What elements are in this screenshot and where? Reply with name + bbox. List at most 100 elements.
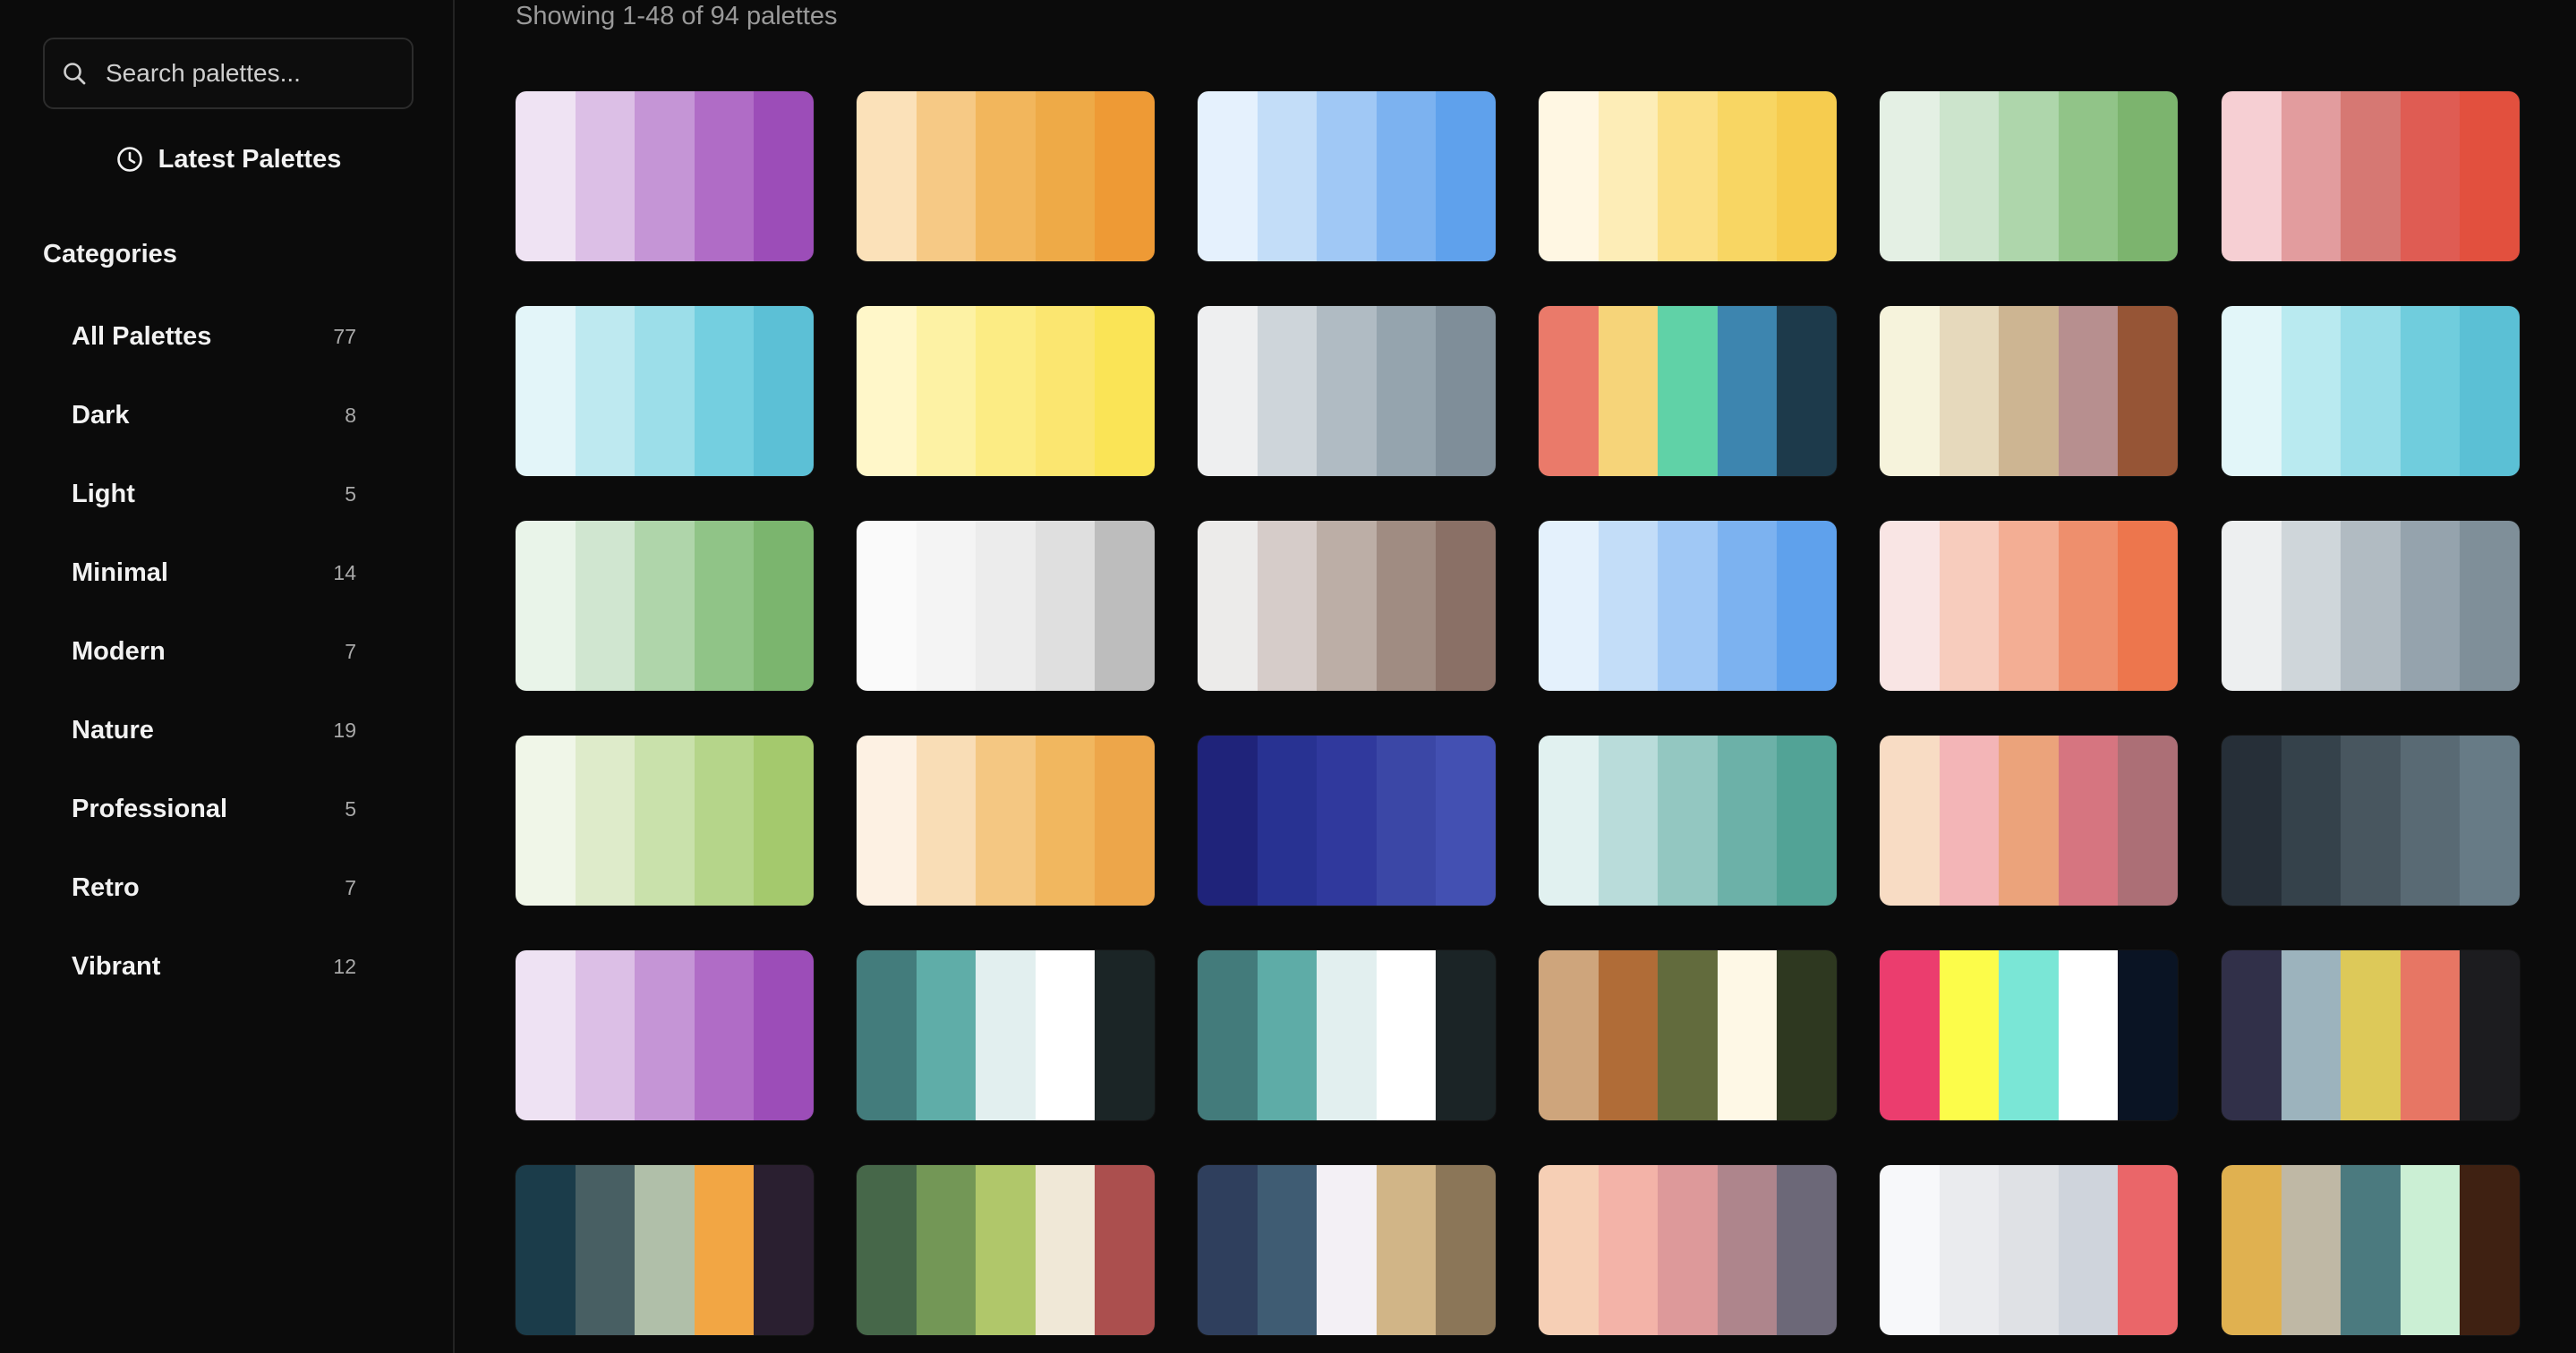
color-swatch[interactable]: [916, 306, 977, 476]
color-swatch[interactable]: [1880, 306, 1940, 476]
palette-card[interactable]: [1880, 1165, 2178, 1335]
color-swatch[interactable]: [857, 306, 917, 476]
color-swatch[interactable]: [635, 91, 695, 261]
palette-card[interactable]: [1539, 1165, 1837, 1335]
color-swatch[interactable]: [754, 1165, 814, 1335]
color-swatch[interactable]: [2400, 521, 2461, 691]
color-swatch[interactable]: [2400, 736, 2461, 906]
color-swatch[interactable]: [857, 1165, 917, 1335]
color-swatch[interactable]: [1658, 950, 1718, 1120]
color-swatch[interactable]: [1035, 950, 1096, 1120]
color-swatch[interactable]: [1317, 521, 1377, 691]
color-swatch[interactable]: [916, 521, 977, 691]
color-swatch[interactable]: [1436, 950, 1496, 1120]
color-swatch[interactable]: [1095, 91, 1155, 261]
color-swatch[interactable]: [1376, 950, 1437, 1120]
color-swatch[interactable]: [2058, 950, 2119, 1120]
palette-card[interactable]: [2222, 1165, 2520, 1335]
color-swatch[interactable]: [1777, 736, 1837, 906]
color-swatch[interactable]: [694, 521, 755, 691]
palette-card[interactable]: [1539, 306, 1837, 476]
palette-card[interactable]: [1539, 91, 1837, 261]
color-swatch[interactable]: [2058, 521, 2119, 691]
color-swatch[interactable]: [635, 1165, 695, 1335]
color-swatch[interactable]: [1777, 1165, 1837, 1335]
color-swatch[interactable]: [635, 306, 695, 476]
color-swatch[interactable]: [2341, 736, 2401, 906]
color-swatch[interactable]: [2341, 306, 2401, 476]
palette-card[interactable]: [1880, 306, 2178, 476]
palette-card[interactable]: [2222, 950, 2520, 1120]
category-item-all-palettes[interactable]: All Palettes 77: [43, 297, 374, 376]
color-swatch[interactable]: [1436, 521, 1496, 691]
palette-card[interactable]: [1198, 521, 1496, 691]
color-swatch[interactable]: [1095, 1165, 1155, 1335]
color-swatch[interactable]: [1095, 306, 1155, 476]
palette-card[interactable]: [1539, 521, 1837, 691]
color-swatch[interactable]: [1658, 306, 1718, 476]
color-swatch[interactable]: [1999, 521, 2059, 691]
color-swatch[interactable]: [1598, 1165, 1659, 1335]
color-swatch[interactable]: [2281, 736, 2341, 906]
category-item-retro[interactable]: Retro 7: [43, 848, 374, 927]
color-swatch[interactable]: [635, 736, 695, 906]
color-swatch[interactable]: [1539, 1165, 1599, 1335]
color-swatch[interactable]: [1539, 950, 1599, 1120]
color-swatch[interactable]: [2281, 521, 2341, 691]
category-item-nature[interactable]: Nature 19: [43, 691, 374, 770]
color-swatch[interactable]: [575, 91, 635, 261]
category-item-professional[interactable]: Professional 5: [43, 770, 374, 848]
color-swatch[interactable]: [2281, 306, 2341, 476]
palette-card[interactable]: [857, 521, 1155, 691]
color-swatch[interactable]: [1317, 306, 1377, 476]
color-swatch[interactable]: [575, 521, 635, 691]
color-swatch[interactable]: [575, 950, 635, 1120]
color-swatch[interactable]: [1939, 950, 2000, 1120]
color-swatch[interactable]: [2460, 736, 2520, 906]
color-swatch[interactable]: [1436, 1165, 1496, 1335]
color-swatch[interactable]: [1376, 91, 1437, 261]
color-swatch[interactable]: [1717, 950, 1778, 1120]
color-swatch[interactable]: [2400, 950, 2461, 1120]
color-swatch[interactable]: [516, 306, 576, 476]
latest-palettes-button[interactable]: Latest Palettes: [43, 134, 414, 184]
color-swatch[interactable]: [1539, 736, 1599, 906]
color-swatch[interactable]: [2400, 91, 2461, 261]
search-box[interactable]: [43, 38, 414, 109]
color-swatch[interactable]: [1257, 1165, 1318, 1335]
color-swatch[interactable]: [694, 91, 755, 261]
palette-card[interactable]: [1198, 306, 1496, 476]
color-swatch[interactable]: [1880, 736, 1940, 906]
color-swatch[interactable]: [1436, 736, 1496, 906]
color-swatch[interactable]: [1198, 306, 1258, 476]
color-swatch[interactable]: [2222, 521, 2282, 691]
color-swatch[interactable]: [1095, 736, 1155, 906]
color-swatch[interactable]: [976, 306, 1036, 476]
color-swatch[interactable]: [1658, 91, 1718, 261]
color-swatch[interactable]: [2460, 1165, 2520, 1335]
palette-card[interactable]: [1880, 91, 2178, 261]
palette-card[interactable]: [1198, 1165, 1496, 1335]
palette-card[interactable]: [1880, 736, 2178, 906]
color-swatch[interactable]: [1539, 91, 1599, 261]
color-swatch[interactable]: [2118, 950, 2178, 1120]
color-swatch[interactable]: [1777, 950, 1837, 1120]
color-swatch[interactable]: [2400, 306, 2461, 476]
color-swatch[interactable]: [857, 736, 917, 906]
color-swatch[interactable]: [1198, 91, 1258, 261]
color-swatch[interactable]: [1598, 306, 1659, 476]
color-swatch[interactable]: [2222, 736, 2282, 906]
color-swatch[interactable]: [1198, 1165, 1258, 1335]
color-swatch[interactable]: [1198, 950, 1258, 1120]
color-swatch[interactable]: [857, 91, 917, 261]
color-swatch[interactable]: [1717, 91, 1778, 261]
color-swatch[interactable]: [754, 521, 814, 691]
color-swatch[interactable]: [1658, 1165, 1718, 1335]
color-swatch[interactable]: [2400, 1165, 2461, 1335]
color-swatch[interactable]: [1717, 521, 1778, 691]
color-swatch[interactable]: [1939, 521, 2000, 691]
color-swatch[interactable]: [2341, 1165, 2401, 1335]
color-swatch[interactable]: [694, 1165, 755, 1335]
palette-card[interactable]: [1880, 521, 2178, 691]
color-swatch[interactable]: [1257, 306, 1318, 476]
